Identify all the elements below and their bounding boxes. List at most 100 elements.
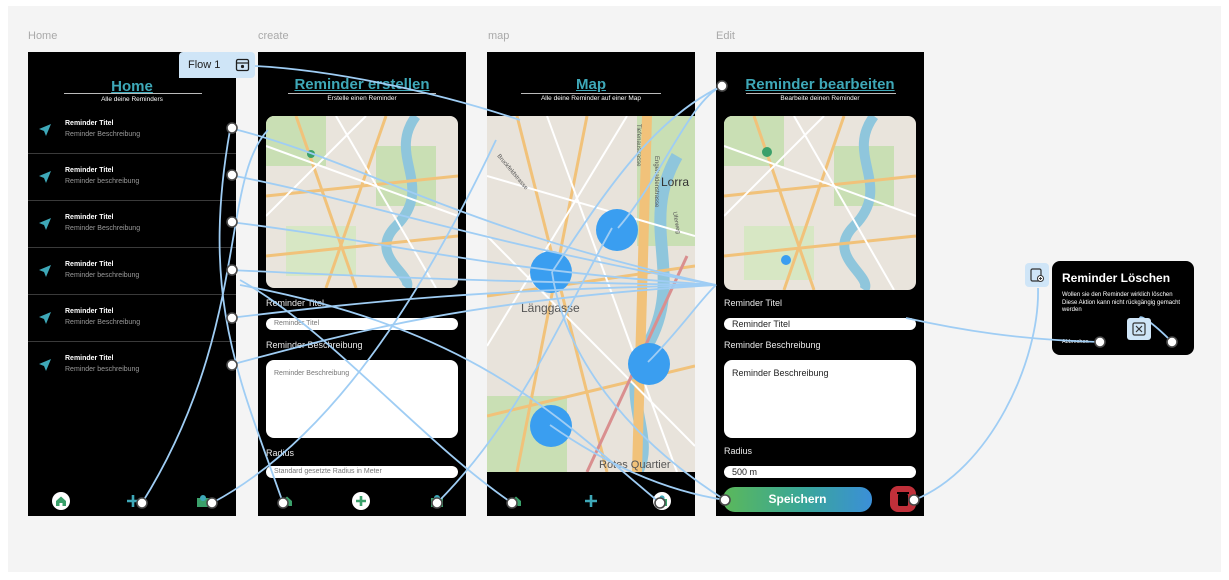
overlay-trigger[interactable] [1025, 263, 1049, 287]
page-subtitle: Erstelle einen Reminder [327, 95, 397, 102]
title-divider [521, 93, 661, 94]
home-icon [56, 496, 66, 506]
edit-screen: Reminder bearbeiten Bearbeite deinen Rem… [716, 52, 924, 516]
calendar-icon [235, 58, 250, 72]
place-label: Länggasse [521, 301, 580, 315]
page-subtitle: Bearbeite deinen Reminder [780, 95, 860, 102]
radius-label: Radius [724, 446, 753, 456]
list-item-desc: Reminder beschreibung [65, 366, 140, 373]
delete-button[interactable] [890, 486, 916, 512]
add-overlay-icon [1030, 268, 1044, 282]
map-screen: Map Alle deine Reminder auf einer Map Lo… [487, 52, 695, 516]
plus-icon [127, 495, 139, 507]
close-icon [1132, 322, 1146, 336]
list-item-title: Reminder Titel [65, 261, 114, 268]
list-item[interactable]: Reminder Titel Reminder Beschreibung [28, 294, 236, 342]
place-label: Lorra [661, 175, 689, 189]
map-nav-button[interactable] [653, 492, 671, 510]
reminder-pin[interactable] [628, 343, 670, 385]
map-nav-button[interactable] [194, 492, 212, 510]
title-divider [288, 93, 436, 94]
radius-input[interactable]: Standard gesetzte Radius in Meter [266, 466, 458, 478]
list-item[interactable]: Reminder Titel Reminder beschreibung [28, 247, 236, 295]
list-item[interactable]: Reminder Titel Reminder Beschreibung [28, 106, 236, 154]
title-divider [746, 93, 896, 94]
frame-label-map: map [488, 30, 510, 42]
reminder-pin[interactable] [530, 251, 572, 293]
list-item-desc: Reminder Beschreibung [65, 131, 141, 138]
list-item-desc: Reminder beschreibung [65, 178, 140, 185]
home-icon [282, 496, 292, 506]
cancel-button[interactable]: Abbrechen [1062, 339, 1089, 345]
list-item-title: Reminder Titel [65, 308, 114, 315]
description-label: Reminder Beschreibung [266, 340, 363, 350]
home-nav-button[interactable] [507, 492, 525, 510]
map-preview[interactable] [724, 116, 916, 290]
description-input[interactable]: Reminder Beschreibung [724, 360, 916, 438]
dialog-title: Reminder Löschen [1062, 271, 1171, 285]
radius-label: Radius [266, 448, 295, 458]
list-item[interactable]: Reminder Titel Reminder beschreibung [28, 153, 236, 201]
save-button[interactable]: Speichern [723, 487, 872, 512]
list-item[interactable]: Reminder Titel Reminder beschreibung [28, 341, 236, 388]
navigation-arrow-icon [39, 312, 51, 324]
description-input[interactable]: Reminder Beschreibung [266, 360, 458, 438]
list-item-title: Reminder Titel [65, 167, 114, 174]
home-nav-button[interactable] [278, 492, 296, 510]
reminder-pin[interactable] [530, 405, 572, 447]
add-nav-button[interactable] [352, 492, 370, 510]
navigation-arrow-icon [39, 171, 51, 183]
navigation-arrow-icon [39, 265, 51, 277]
trash-icon [897, 492, 909, 506]
map-nav-button[interactable] [428, 492, 446, 510]
list-item-title: Reminder Titel [65, 120, 114, 127]
page-title: Map [576, 76, 606, 93]
plus-icon [356, 496, 366, 506]
home-nav-button[interactable] [52, 492, 70, 510]
reminder-pin[interactable] [596, 209, 638, 251]
map-view[interactable]: Lorra Länggasse Rotes Quartier Bruckfeld… [487, 116, 695, 472]
page-title: Reminder erstellen [294, 76, 430, 93]
street-label: Engehaldenstrasse [653, 156, 659, 208]
map-image [724, 116, 916, 290]
title-label: Reminder Titel [266, 298, 325, 308]
frame-label-edit: Edit [716, 30, 735, 42]
title-input[interactable]: Reminder Titel [266, 318, 458, 330]
list-item-title: Reminder Titel [65, 355, 114, 362]
frame-label-create: create [258, 30, 289, 42]
add-nav-button[interactable] [582, 492, 600, 510]
navigation-arrow-icon [39, 218, 51, 230]
frame-label-home: Home [28, 30, 58, 42]
title-divider [64, 93, 202, 94]
navigation-arrow-icon [39, 124, 51, 136]
description-label: Reminder Beschreibung [724, 340, 821, 350]
home-screen: Home Alle deine Reminders Reminder Titel… [28, 52, 236, 516]
list-item-desc: Reminder Beschreibung [65, 225, 141, 232]
close-overlay-action[interactable] [1127, 318, 1151, 340]
list-item-desc: Reminder beschreibung [65, 272, 140, 279]
map-icon [657, 495, 667, 506]
page-title: Reminder bearbeiten [745, 76, 895, 93]
map-image: Lorra Länggasse Rotes Quartier Bruckfeld… [487, 116, 695, 472]
add-nav-button[interactable] [124, 492, 142, 510]
dialog-body: Wollen sie den Reminder wirklich löschen… [1062, 292, 1181, 313]
map-icon [197, 495, 209, 507]
title-input[interactable]: Reminder Titel [724, 318, 916, 330]
map-preview[interactable] [266, 116, 458, 288]
map-icon [431, 495, 443, 507]
delete-dialog: Reminder Löschen Wollen sie den Reminder… [1052, 261, 1194, 355]
create-screen: Reminder erstellen Erstelle einen Remind… [258, 52, 466, 516]
navigation-arrow-icon [39, 359, 51, 371]
title-label: Reminder Titel [724, 298, 783, 308]
page-subtitle: Alle deine Reminder auf einer Map [540, 95, 642, 102]
page-subtitle: Alle deine Reminders [101, 96, 163, 103]
plus-icon [585, 495, 597, 507]
street-label: Tiefenaustrasse [635, 124, 641, 167]
flow-label: Flow 1 [188, 59, 221, 71]
flow-start-chip[interactable]: Flow 1 [179, 52, 255, 78]
map-image [266, 116, 458, 288]
list-item[interactable]: Reminder Titel Reminder Beschreibung [28, 200, 236, 248]
radius-input[interactable]: 500 m [724, 466, 916, 478]
place-label: Rotes Quartier [599, 459, 671, 471]
list-item-desc: Reminder Beschreibung [65, 319, 141, 326]
